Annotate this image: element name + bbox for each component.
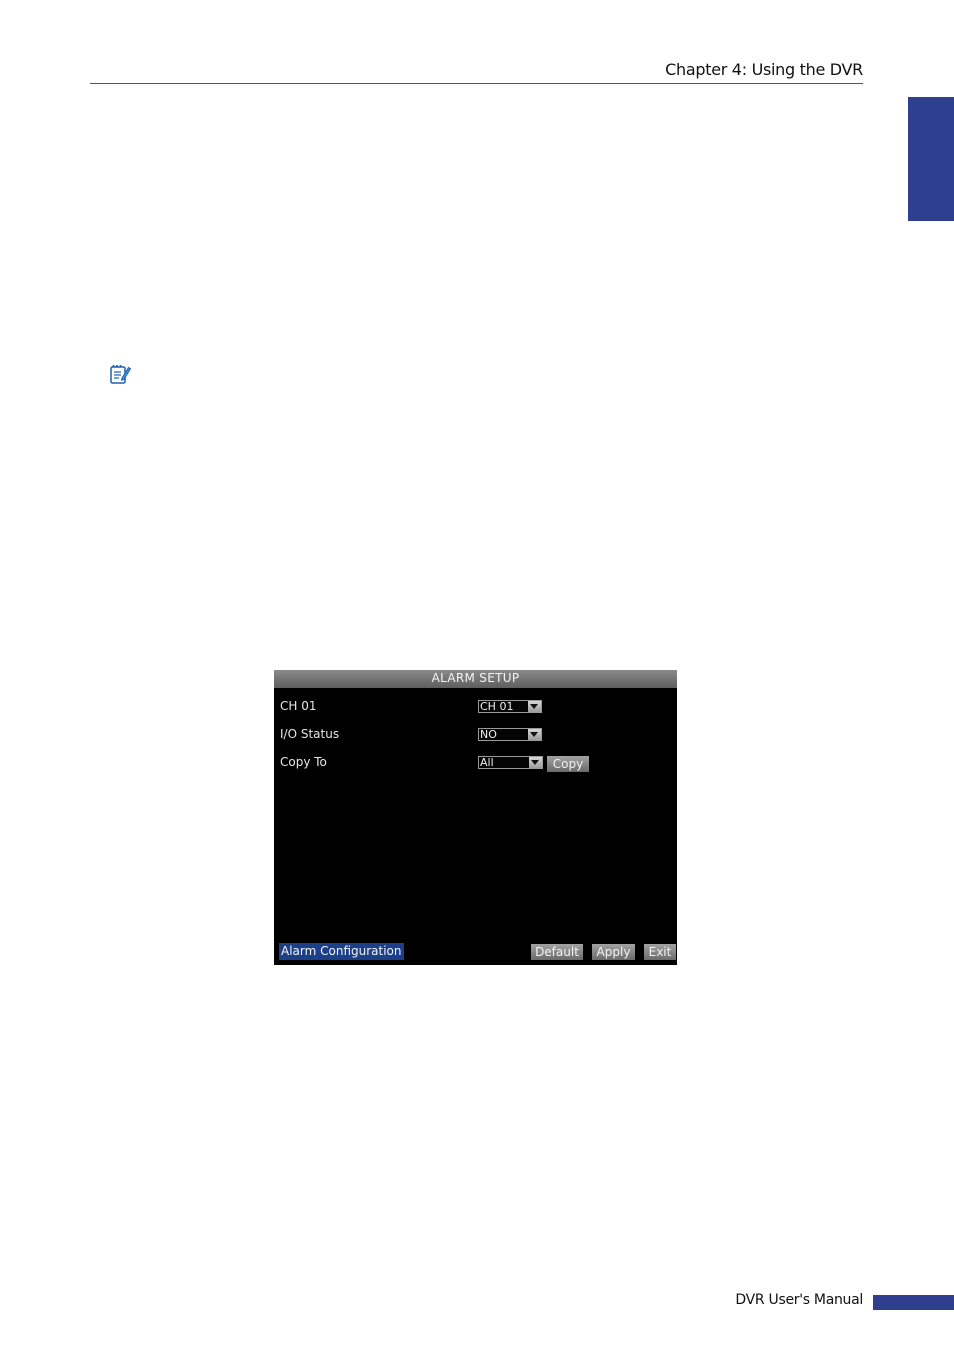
io-status-label: I/O Status bbox=[280, 727, 340, 741]
dialog-title: ALARM SETUP bbox=[274, 670, 677, 688]
copy-to-select[interactable]: All bbox=[478, 756, 543, 769]
alarm-setup-dialog: ALARM SETUP CH 01 CH 01 I/O Status NO Co… bbox=[274, 670, 677, 965]
io-status-select[interactable]: NO bbox=[478, 728, 542, 741]
note-pencil-icon bbox=[110, 364, 132, 384]
side-chapter-tab bbox=[908, 97, 954, 221]
page-number-tab bbox=[873, 1295, 954, 1310]
io-status-select-value: NO bbox=[480, 728, 497, 741]
channel-label: CH 01 bbox=[280, 699, 317, 713]
chapter-title: Chapter 4: Using the DVR bbox=[665, 60, 863, 79]
copy-button[interactable]: Copy bbox=[547, 756, 589, 772]
copy-to-label: Copy To bbox=[280, 755, 327, 769]
channel-select-value: CH 01 bbox=[480, 700, 514, 713]
header-divider bbox=[90, 83, 863, 84]
chevron-down-icon[interactable] bbox=[529, 757, 542, 768]
chevron-down-icon[interactable] bbox=[528, 729, 541, 740]
default-button[interactable]: Default bbox=[531, 944, 583, 960]
copy-to-select-value: All bbox=[480, 756, 494, 769]
exit-button[interactable]: Exit bbox=[644, 944, 676, 960]
channel-select[interactable]: CH 01 bbox=[478, 700, 542, 713]
tab-alarm-configuration[interactable]: Alarm Configuration bbox=[279, 943, 404, 960]
apply-button[interactable]: Apply bbox=[592, 944, 635, 960]
manual-title: DVR User's Manual bbox=[735, 1292, 863, 1308]
chevron-down-icon[interactable] bbox=[528, 701, 541, 712]
